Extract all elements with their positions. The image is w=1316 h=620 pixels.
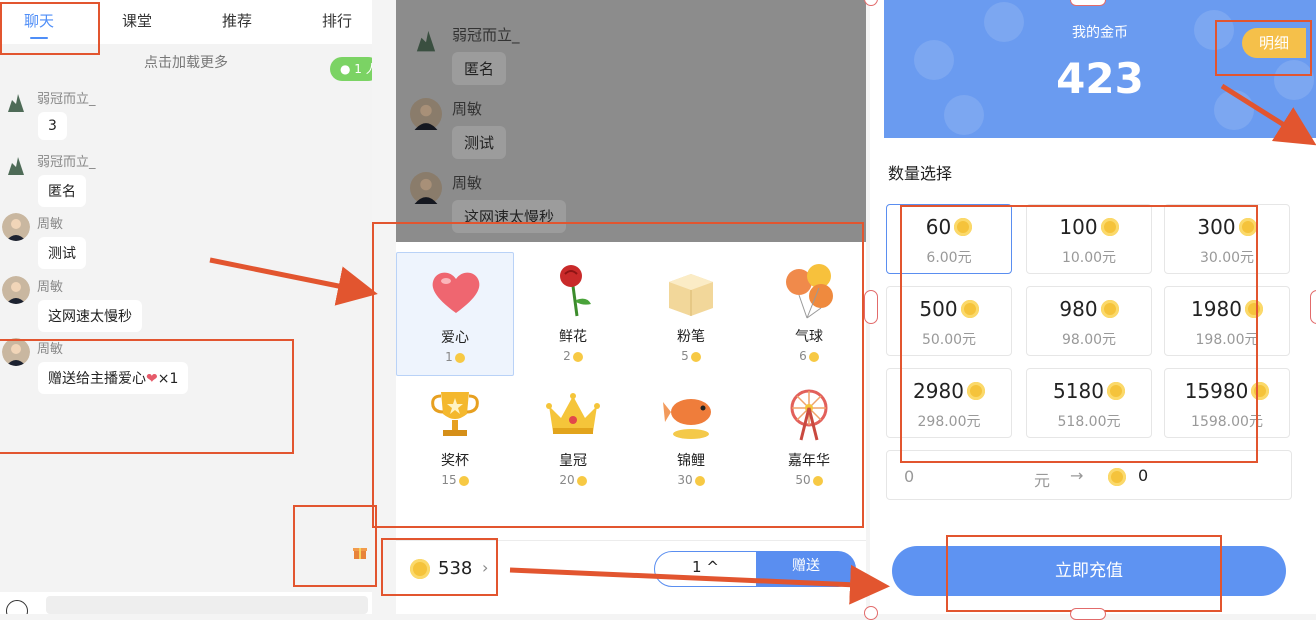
annotation-arrow — [509, 564, 890, 605]
annotation-arrows — [209, 83, 1316, 605]
annotation-arrow — [1220, 83, 1316, 146]
resize-handle[interactable] — [864, 290, 878, 324]
resize-handle[interactable] — [1070, 608, 1106, 620]
resize-handle[interactable] — [1310, 290, 1316, 324]
annotation-arrow — [209, 257, 378, 306]
resize-handle[interactable] — [864, 606, 878, 620]
resize-handle[interactable] — [1070, 0, 1106, 6]
